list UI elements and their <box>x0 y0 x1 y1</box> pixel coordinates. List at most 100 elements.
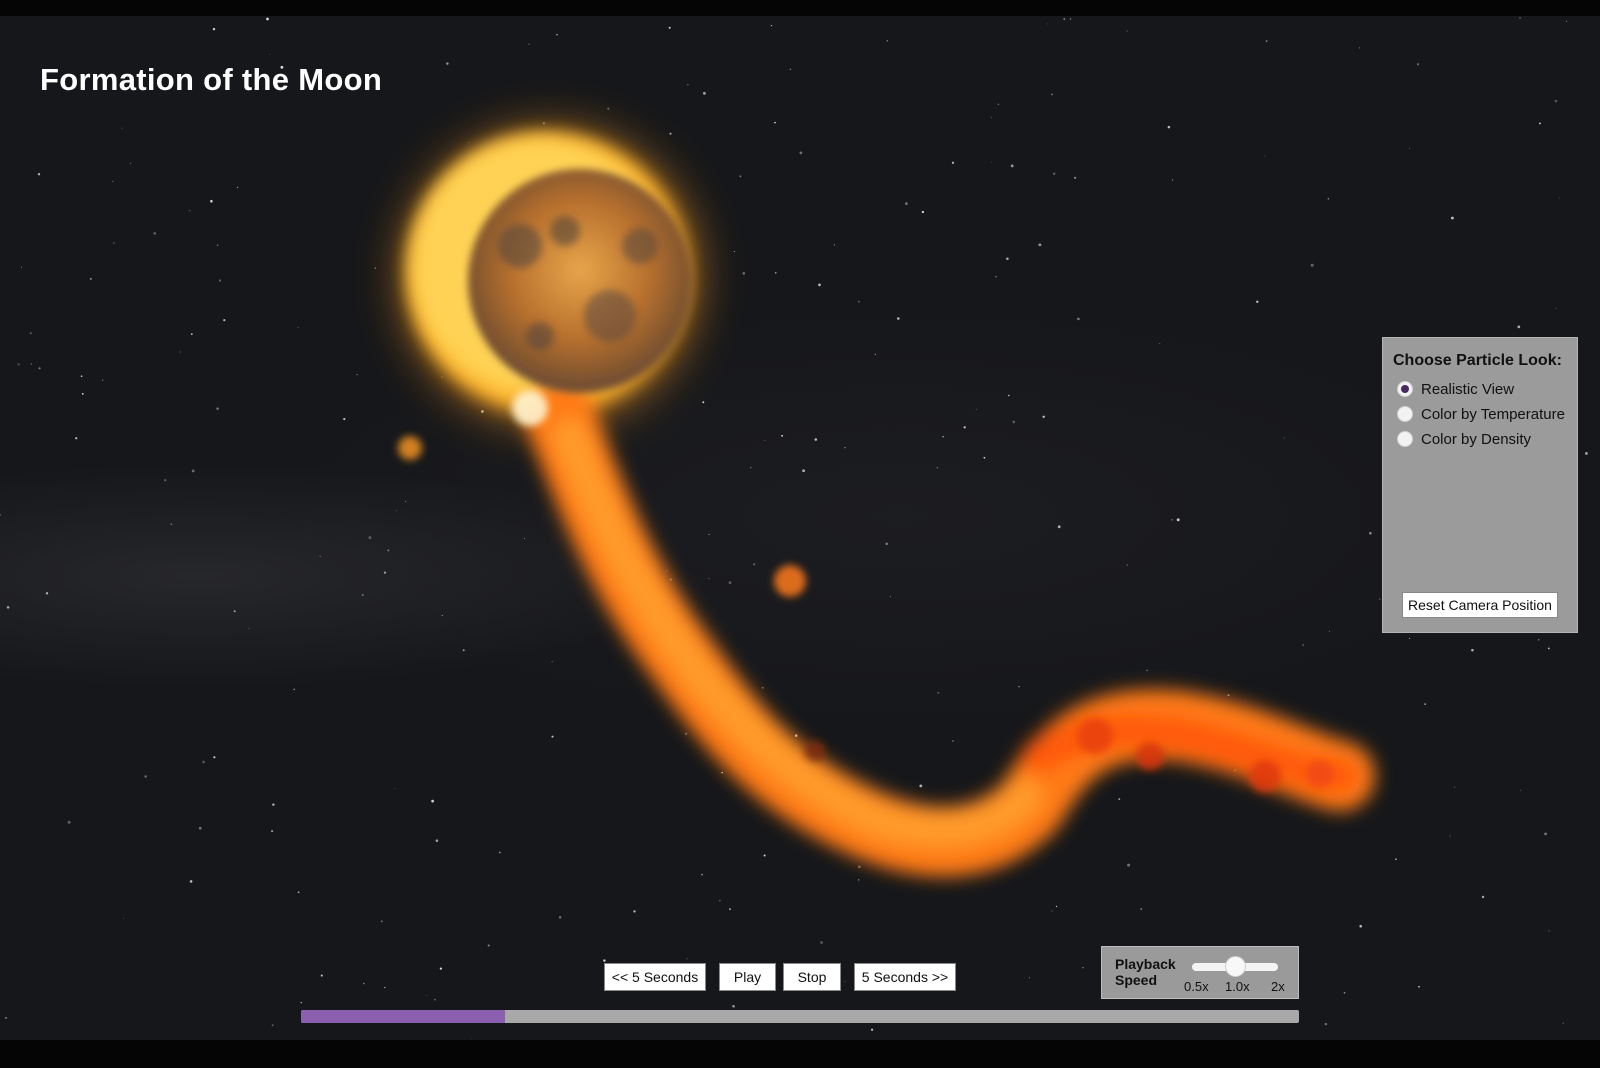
star <box>1558 197 1560 199</box>
star <box>702 91 706 95</box>
star <box>75 437 78 440</box>
radio-label: Realistic View <box>1421 380 1515 398</box>
star <box>889 596 891 598</box>
star <box>89 277 92 280</box>
star <box>363 982 365 985</box>
star <box>1126 564 1128 566</box>
star <box>80 375 83 377</box>
star <box>1264 155 1266 157</box>
star <box>1050 93 1053 96</box>
forward-5-seconds-button[interactable]: 5 Seconds >> <box>854 963 956 991</box>
star <box>218 279 222 282</box>
radio-realistic-view[interactable]: Realistic View <box>1397 378 1514 400</box>
star <box>1265 40 1268 43</box>
star <box>271 830 274 833</box>
star <box>858 300 860 303</box>
star <box>905 202 908 205</box>
radio-color-by-density[interactable]: Color by Density <box>1397 428 1531 450</box>
star <box>434 998 436 1001</box>
star <box>1051 910 1053 912</box>
star <box>995 275 997 278</box>
star <box>742 272 746 275</box>
star <box>112 180 114 182</box>
star <box>975 409 977 410</box>
star <box>1395 858 1397 861</box>
star <box>38 367 41 370</box>
star <box>81 392 84 395</box>
star <box>708 534 710 535</box>
star <box>113 242 115 244</box>
star <box>1378 598 1381 600</box>
play-button[interactable]: Play <box>719 963 776 991</box>
star <box>1171 179 1174 181</box>
star <box>818 283 821 287</box>
star <box>1029 977 1030 979</box>
star <box>213 756 216 759</box>
star <box>1063 18 1066 21</box>
star <box>223 318 226 322</box>
timeline-progress-bar[interactable] <box>301 1010 1299 1023</box>
reset-camera-button[interactable]: Reset Camera Position <box>1402 592 1558 618</box>
star <box>1127 863 1131 867</box>
star <box>1082 967 1084 969</box>
star <box>6 606 10 609</box>
star <box>361 594 364 597</box>
star <box>1012 420 1016 424</box>
star <box>189 880 193 883</box>
star <box>1565 20 1567 22</box>
stop-button[interactable]: Stop <box>783 963 841 991</box>
star <box>123 917 124 919</box>
star <box>383 571 387 574</box>
star <box>426 994 428 996</box>
star <box>170 523 173 526</box>
debris-tail <box>525 381 1375 877</box>
star <box>1176 518 1180 522</box>
star <box>1042 415 1045 419</box>
star <box>669 132 672 135</box>
page-title: Formation of the Moon <box>40 62 383 97</box>
star <box>1118 798 1121 801</box>
star <box>216 244 219 247</box>
star <box>130 162 132 164</box>
star <box>1450 216 1454 220</box>
impact-simulation-scene <box>0 17 1588 1039</box>
star <box>708 578 710 580</box>
star <box>1369 531 1372 535</box>
radio-button[interactable] <box>1397 406 1413 422</box>
star <box>702 401 705 404</box>
star <box>394 788 396 790</box>
simulation-viewport[interactable]: Formation of the Moon Choose Particle Lo… <box>0 16 1600 1040</box>
star <box>921 210 925 214</box>
star <box>1584 451 1588 455</box>
star <box>1167 125 1171 129</box>
star <box>368 536 372 540</box>
star <box>1343 991 1346 994</box>
star <box>1018 685 1020 688</box>
star <box>435 839 439 842</box>
star <box>300 1001 302 1004</box>
star <box>462 649 465 652</box>
star <box>551 735 554 738</box>
star <box>1046 23 1048 25</box>
star <box>951 739 954 743</box>
star <box>384 986 386 989</box>
star <box>153 232 156 235</box>
star <box>997 103 1000 106</box>
rewind-5-seconds-button[interactable]: << 5 Seconds <box>604 963 706 991</box>
star <box>983 456 986 459</box>
star <box>297 891 300 894</box>
radio-button[interactable] <box>1397 431 1413 447</box>
star <box>470 1038 472 1039</box>
star <box>763 854 766 857</box>
star <box>1053 172 1056 175</box>
playback-speed-slider-thumb[interactable] <box>1224 956 1246 977</box>
star <box>1517 325 1521 329</box>
radio-button[interactable] <box>1397 381 1413 397</box>
star <box>374 267 377 270</box>
star <box>732 1004 735 1008</box>
star <box>320 974 323 977</box>
star <box>1359 47 1360 49</box>
star <box>1227 694 1230 697</box>
radio-color-by-temperature[interactable]: Color by Temperature <box>1397 403 1565 425</box>
star <box>749 466 752 469</box>
